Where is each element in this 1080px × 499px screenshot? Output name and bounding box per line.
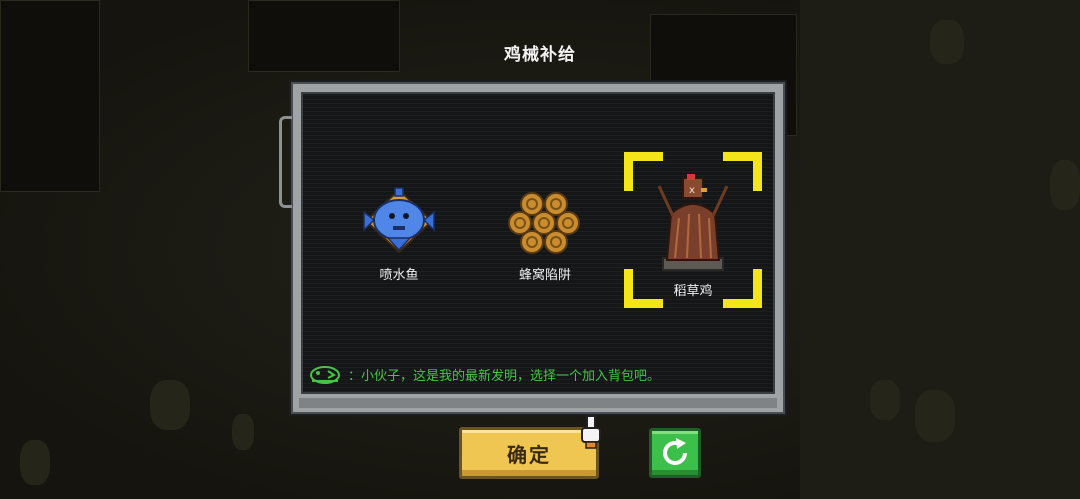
item-label: 喷水鱼 xyxy=(379,268,419,283)
refresh-button[interactable] xyxy=(649,428,701,478)
item-spray-fish[interactable]: 喷水鱼 xyxy=(356,186,442,283)
spray-fish-icon xyxy=(363,187,435,254)
npc-dialogue: ：小伙子，这是我的最新发明，选择一个加入背包吧。 xyxy=(308,362,660,386)
item-straw-chicken[interactable]: x 稻草鸡 xyxy=(650,172,736,299)
pointer-cursor-icon xyxy=(581,415,601,449)
dialogue-text: ：小伙子，这是我的最新发明，选择一个加入背包吧。 xyxy=(348,368,661,384)
panel-bottom-bar xyxy=(299,398,777,408)
plant-prop xyxy=(870,380,900,420)
wall-left xyxy=(0,0,100,192)
plant-prop xyxy=(20,440,50,485)
panel-handle xyxy=(279,116,292,208)
svg-text:x: x xyxy=(689,185,695,196)
npc-chicken-icon xyxy=(310,366,340,384)
dialog-title: 鸡械补给 xyxy=(504,45,576,65)
straw-chicken-icon: x xyxy=(657,174,729,271)
refresh-icon xyxy=(663,438,687,465)
item-honeycomb-trap[interactable]: 蜂窝陷阱 xyxy=(500,190,590,283)
item-label: 蜂窝陷阱 xyxy=(518,268,571,283)
plant-prop xyxy=(232,414,254,450)
plant-prop xyxy=(1050,160,1080,210)
tree-stump-prop xyxy=(150,380,190,430)
honeycomb-trap-icon xyxy=(508,192,580,254)
item-label: 稻草鸡 xyxy=(673,284,713,299)
confirm-button-label: 确定 xyxy=(507,442,551,467)
plant-prop xyxy=(915,390,955,442)
